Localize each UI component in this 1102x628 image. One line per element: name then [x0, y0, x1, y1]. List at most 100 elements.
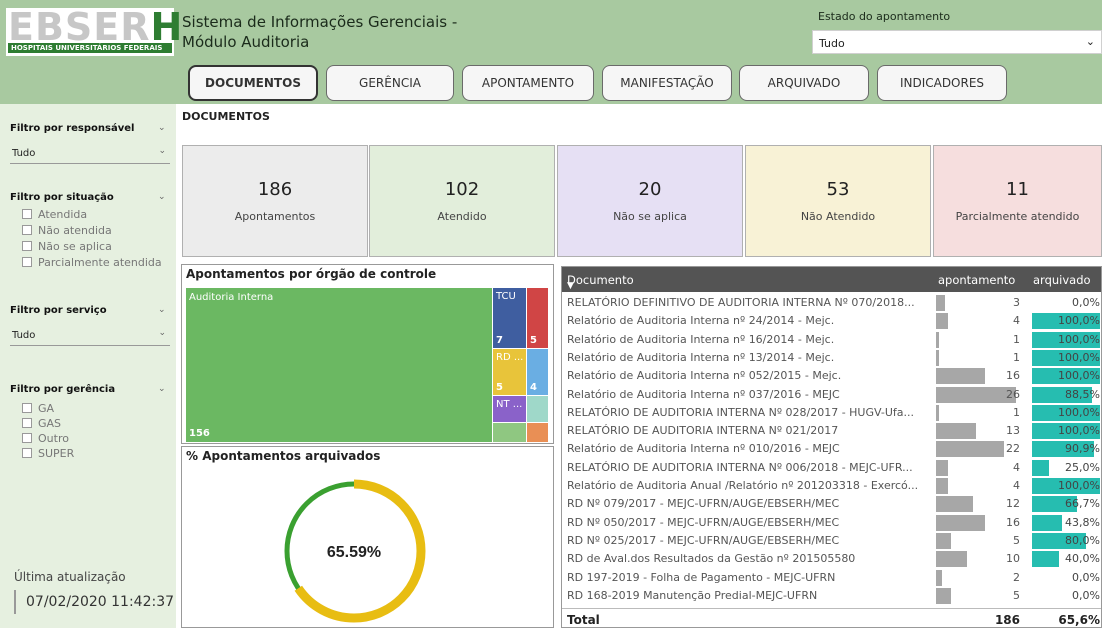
row-apontamento: 2 [1013, 570, 1020, 584]
treemap-tile-nt[interactable]: NT ... [493, 396, 526, 422]
estado-dropdown[interactable]: Tudo ⌄ [812, 30, 1102, 54]
row-arquivado: 25,0% [1065, 460, 1100, 474]
card-nao-atendido[interactable]: 53 Não Atendido [745, 145, 931, 257]
checkbox-icon [22, 241, 32, 251]
checkbox-ga[interactable]: GA [22, 402, 54, 415]
checkbox-outro[interactable]: Outro [22, 432, 69, 445]
row-arquivado: 43,8% [1065, 515, 1100, 529]
treemap-tile-blue[interactable]: 4 [527, 349, 548, 395]
col-arquivado[interactable]: arquivado [1033, 273, 1091, 287]
chevron-down-icon[interactable]: ⌄ [158, 123, 166, 133]
checkbox-parcialmente-atendida[interactable]: Parcialmente atendida [22, 256, 162, 269]
table-row[interactable]: Relatório de Auditoria Anual /Relatório … [562, 477, 1101, 495]
logo-subtitle: HOSPITAIS UNIVERSITÁRIOS FEDERAIS [8, 43, 172, 53]
filter-sidebar: Filtro por responsável ⌄ Tudo ⌄ Filtro p… [0, 104, 176, 628]
table-row[interactable]: Relatório de Auditoria Interna nº 037/20… [562, 386, 1101, 404]
row-documento: RELATÓRIO DEFINITIVO DE AUDITORIA INTERN… [567, 296, 915, 309]
table-row[interactable]: RD Nº 050/2017 - MEJC-UFRN/AUGE/EBSERH/M… [562, 514, 1101, 532]
col-documento[interactable]: Documento [567, 273, 634, 287]
servico-dropdown[interactable]: Tudo ⌄ [10, 326, 170, 346]
chevron-down-icon[interactable]: ⌄ [158, 305, 166, 315]
treemap-tile-rd[interactable]: RD ... 5 [493, 349, 526, 395]
row-arquivado: 88,5% [1065, 387, 1100, 401]
table-row[interactable]: RELATÓRIO DE AUDITORIA INTERNA Nº 006/20… [562, 459, 1101, 477]
checkbox-super[interactable]: SUPER [22, 447, 74, 460]
title-line-2: Módulo Auditoria [182, 33, 310, 51]
treemap-tile-teal[interactable] [527, 396, 548, 422]
table-row[interactable]: RD Nº 079/2017 - MEJC-UFRN/AUGE/EBSERH/M… [562, 495, 1101, 513]
card-parcialmente-atendido[interactable]: 11 Parcialmente atendido [933, 145, 1102, 257]
checkbox-icon [22, 403, 32, 413]
table-row[interactable]: RD 197-2019 - Folha de Pagamento - MEJC-… [562, 569, 1101, 587]
table-row[interactable]: RD 168-2019 Manutenção Predial-MEJC-UFRN… [562, 587, 1101, 605]
table-row[interactable]: RD Nº 025/2017 - MEJC-UFRN/AUGE/EBSERH/M… [562, 532, 1101, 550]
checkbox-atendida[interactable]: Atendida [22, 208, 87, 221]
row-documento: Relatório de Auditoria Interna nº 16/201… [567, 332, 835, 346]
card-value: 53 [826, 179, 850, 200]
treemap-tile-green[interactable] [493, 423, 526, 442]
table-row[interactable]: RELATÓRIO DE AUDITORIA INTERNA Nº 021/20… [562, 422, 1101, 440]
treemap-tile-orange[interactable] [527, 423, 548, 442]
col-apontamento[interactable]: apontamento [938, 273, 1015, 287]
card-label: Apontamentos [234, 210, 316, 223]
row-arquivado: 80,0% [1065, 533, 1100, 547]
table-row[interactable]: Relatório de Auditoria Interna nº 13/201… [562, 349, 1101, 367]
checkbox-gas[interactable]: GAS [22, 417, 61, 430]
chevron-down-icon: ⌄ [1085, 35, 1095, 48]
row-apontamento: 4 [1013, 479, 1020, 492]
chevron-down-icon[interactable]: ⌄ [158, 384, 166, 394]
treemap-tile-auditoria-interna[interactable]: Auditoria Interna 156 [186, 288, 492, 442]
row-apontamento: 16 [1006, 369, 1020, 383]
tab-arquivado[interactable]: ARQUIVADO [739, 65, 869, 101]
table-row[interactable]: RELATÓRIO DE AUDITORIA INTERNA Nº 028/20… [562, 404, 1101, 422]
card-label: Não se aplica [613, 210, 687, 223]
filtro-gerencia-title: Filtro por gerência [10, 384, 116, 395]
card-nao-se-aplica[interactable]: 20 Não se aplica [557, 145, 743, 257]
row-arquivado: 100,0% [1058, 405, 1100, 419]
tab-apontamento[interactable]: APONTAMENTO [462, 65, 594, 101]
row-apontamento: 3 [1013, 296, 1020, 309]
row-arquivado: 100,0% [1058, 332, 1100, 346]
table-total-row: Total 186 65,6% [562, 608, 1101, 627]
sort-desc-icon[interactable]: ▼ [567, 281, 574, 291]
checkbox-nao-se-aplica[interactable]: Não se aplica [22, 240, 112, 253]
tab-gerencia[interactable]: GERÊNCIA [326, 65, 454, 101]
row-arquivado: 0,0% [1072, 570, 1100, 584]
checkbox-nao-atendida[interactable]: Não atendida [22, 224, 112, 237]
estado-value: Tudo [819, 37, 845, 50]
tab-manifestacao[interactable]: MANIFESTAÇÃO [602, 65, 732, 101]
table-row[interactable]: Relatório de Auditoria Interna nº 24/201… [562, 312, 1101, 330]
gauge-panel: % Apontamentos arquivados 65.59% [181, 446, 554, 628]
table-row[interactable]: RD de Aval.dos Resultados da Gestão nº 2… [562, 550, 1101, 568]
card-value: 11 [1006, 179, 1029, 200]
row-apontamento: 4 [1013, 460, 1020, 474]
table-row[interactable]: Relatório de Auditoria Interna nº 052/20… [562, 367, 1101, 385]
ebserh-logo: EBSERH HOSPITAIS UNIVERSITÁRIOS FEDERAIS [6, 5, 182, 56]
tab-documentos[interactable]: DOCUMENTOS [188, 65, 318, 101]
card-atendido[interactable]: 102 Atendido [369, 145, 555, 257]
treemap-tile-red[interactable]: 5 [527, 288, 548, 348]
table-row[interactable]: Relatório de Auditoria Interna nº 16/201… [562, 331, 1101, 349]
page-title: Sistema de Informações Gerenciais - Módu… [182, 12, 457, 52]
row-arquivado: 100,0% [1058, 479, 1100, 492]
table-row[interactable]: RELATÓRIO DEFINITIVO DE AUDITORIA INTERN… [562, 294, 1101, 312]
row-apontamento: 1 [1013, 405, 1020, 419]
row-arquivado: 100,0% [1058, 369, 1100, 383]
chevron-down-icon[interactable]: ⌄ [158, 192, 166, 202]
tab-indicadores[interactable]: INDICADORES [877, 65, 1007, 101]
row-documento: Relatório de Auditoria Anual /Relatório … [567, 479, 919, 492]
row-documento: Relatório de Auditoria Interna nº 13/201… [567, 350, 835, 364]
row-apontamento: 12 [1006, 497, 1020, 511]
responsavel-dropdown[interactable]: Tudo ⌄ [10, 144, 170, 164]
card-value: 102 [444, 179, 480, 200]
row-apontamento: 26 [1006, 387, 1020, 401]
checkbox-icon [22, 225, 32, 235]
row-documento: Relatório de Auditoria Interna nº 24/201… [567, 314, 835, 328]
card-value: 186 [257, 179, 293, 200]
treemap-tile-tcu[interactable]: TCU 7 [493, 288, 526, 348]
card-apontamentos[interactable]: 186 Apontamentos [182, 145, 368, 257]
filtro-responsavel-title: Filtro por responsável [10, 123, 135, 134]
row-documento: RD 168-2019 Manutenção Predial-MEJC-UFRN [567, 588, 818, 602]
table-row[interactable]: Relatório de Auditoria Interna nº 010/20… [562, 440, 1101, 458]
checkbox-icon [22, 209, 32, 219]
